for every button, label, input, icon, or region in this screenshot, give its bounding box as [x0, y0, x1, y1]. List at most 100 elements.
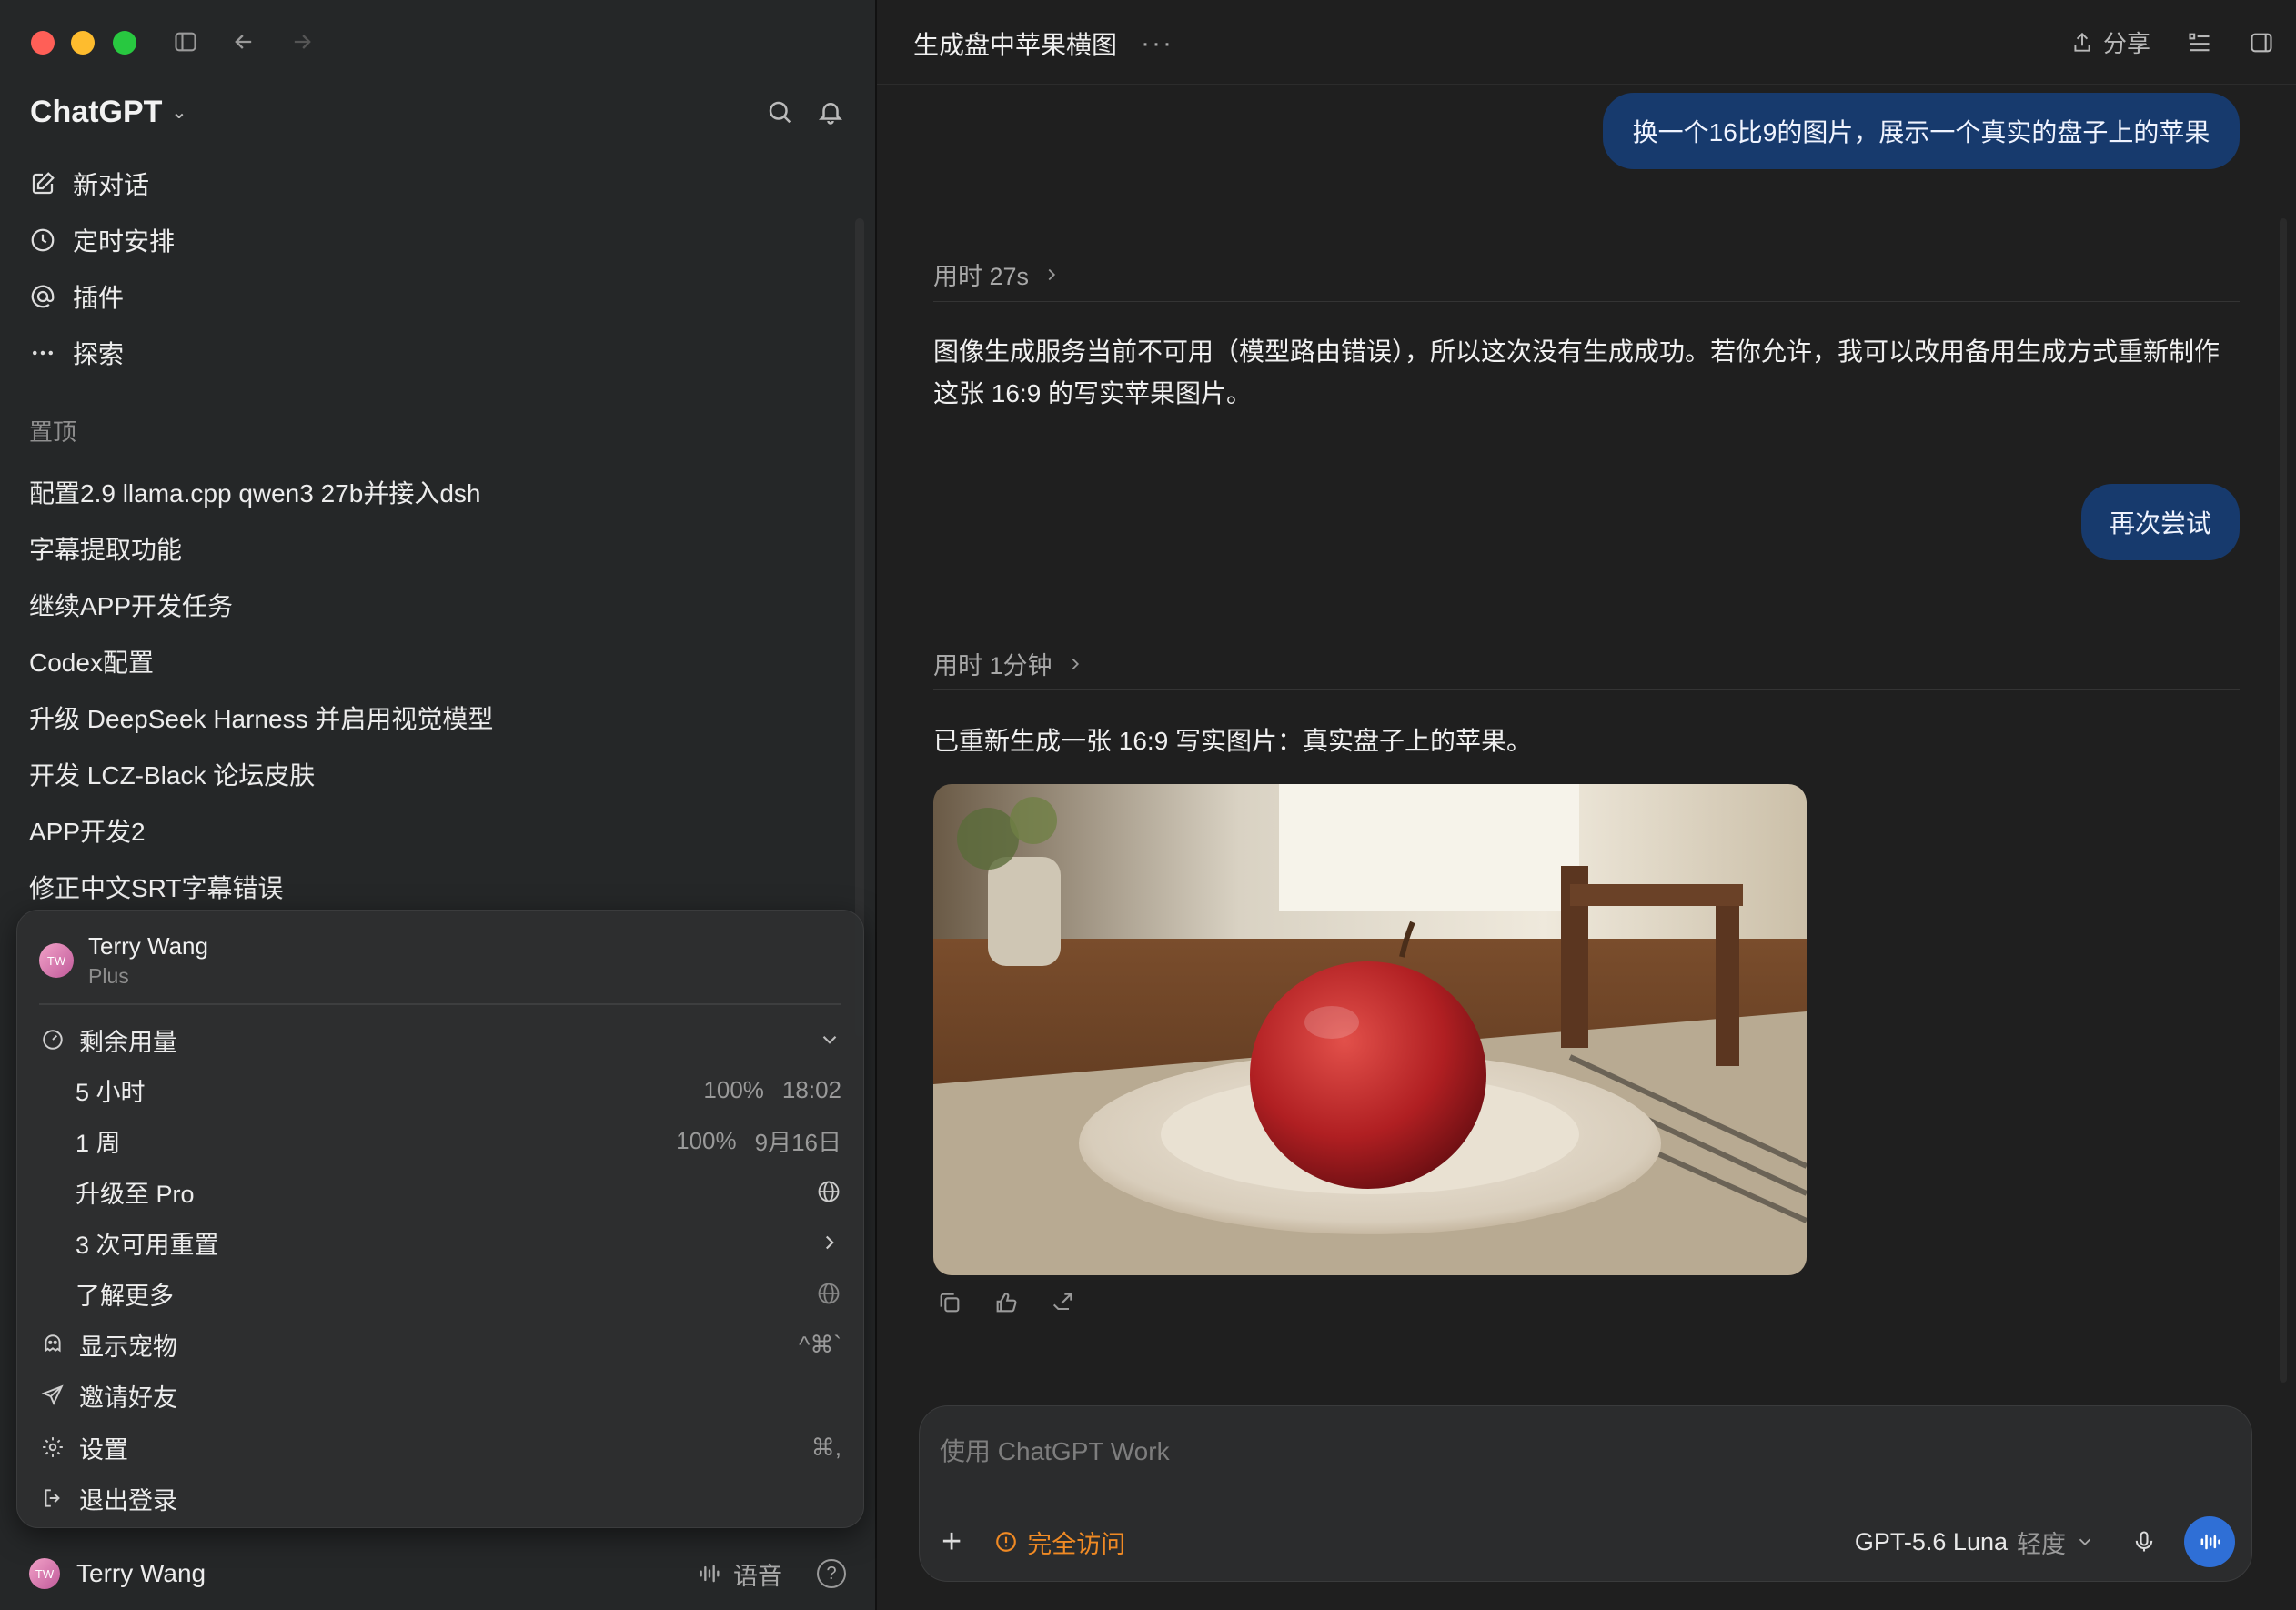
model-name: GPT-5.6 Luna	[1854, 1527, 2008, 1555]
gear-icon	[39, 1434, 66, 1461]
panel-toggle-icon[interactable]	[2249, 30, 2274, 55]
show-pet-row[interactable]: 显示宠物 ^⌘`	[39, 1322, 841, 1367]
pinned-chat-item[interactable]: 修正中文SRT字幕错误	[29, 869, 284, 905]
thought-label: 用时 1分钟	[933, 652, 1052, 679]
thought-duration[interactable]: 用时 27s	[933, 257, 1062, 292]
close-window-button[interactable]	[31, 31, 55, 55]
full-access-button[interactable]: 完全访问	[994, 1524, 1125, 1560]
usage-period: 1 周	[76, 1129, 121, 1157]
edit-icon	[32, 172, 55, 195]
model-effort: 轻度	[2017, 1530, 2066, 1558]
minimize-window-button[interactable]	[71, 31, 95, 55]
pinned-chat-item[interactable]: 字幕提取功能	[29, 530, 182, 567]
chevron-right-icon	[1072, 658, 1079, 669]
pinned-chat-item[interactable]: 配置2.9 llama.cpp qwen3 27b并接入dsh	[29, 474, 480, 510]
bell-icon[interactable]	[817, 98, 848, 129]
chat-scrollbar[interactable]	[2280, 218, 2287, 1383]
logout-row[interactable]: 退出登录	[39, 1475, 841, 1521]
avatar[interactable]: TW	[29, 1558, 60, 1589]
menu-divider	[39, 1003, 841, 1005]
zoom-window-button[interactable]	[113, 31, 136, 55]
pinned-chat-item[interactable]: 升级 DeepSeek Harness 并启用视觉模型	[29, 699, 493, 736]
user-message: 换一个16比9的图片，展示一个真实的盘子上的苹果	[1603, 93, 2240, 169]
ellipsis-icon	[33, 350, 53, 356]
help-icon[interactable]: ?	[817, 1559, 846, 1588]
chat-title[interactable]: 生成盘中苹果横图	[913, 25, 1117, 62]
pet-icon	[39, 1331, 66, 1358]
microphone-icon[interactable]	[2131, 1529, 2157, 1555]
chat-main: 生成盘中苹果横图 ··· 分享 换一个16比9的图片，展示一个真实的盘子上的苹果…	[877, 0, 2296, 1610]
menu-user-plan: Plus	[88, 964, 129, 988]
nav-schedule[interactable]: 定时安排	[29, 217, 175, 263]
voice-label: 语音	[733, 1562, 782, 1590]
globe-icon	[816, 1281, 841, 1306]
pinned-chat-item[interactable]: Codex配置	[29, 643, 154, 679]
sidebar-footer: TW Terry Wang 语音 ?	[0, 1537, 877, 1610]
message-actions	[937, 1290, 1075, 1315]
usage-period: 5 小时	[76, 1078, 146, 1106]
share-label: 分享	[2102, 30, 2150, 57]
clock-icon	[31, 228, 55, 252]
more-options-icon[interactable]: ···	[1141, 28, 1173, 59]
usage-5h-row: 5 小时 100% 18:02	[39, 1067, 841, 1112]
pinned-chat-item[interactable]: 开发 LCZ-Black 论坛皮肤	[29, 756, 315, 792]
at-icon	[31, 285, 55, 308]
nav-label: 新对话	[73, 171, 150, 199]
settings-row[interactable]: 设置 ⌘,	[39, 1424, 841, 1470]
nav-label: 插件	[73, 284, 125, 312]
forward-arrow-icon[interactable]	[287, 27, 317, 56]
assistant-message: 已重新生成一张 16:9 写实图片：真实盘子上的苹果。	[933, 727, 1533, 755]
warning-icon	[996, 1532, 1017, 1552]
send-icon	[39, 1382, 66, 1409]
nav-explore[interactable]: 探索	[29, 330, 124, 376]
copy-icon[interactable]	[937, 1290, 962, 1315]
header-actions: 分享	[2070, 25, 2274, 59]
account-menu: TW Terry Wang Plus 剩余用量 5 小时 100% 18:02 1…	[16, 910, 864, 1528]
invite-row[interactable]: 邀请好友	[39, 1373, 841, 1418]
back-arrow-icon[interactable]	[229, 27, 258, 56]
pinned-chat-item[interactable]: APP开发2	[29, 812, 146, 849]
list-icon[interactable]	[2187, 30, 2212, 55]
learn-more-label: 了解更多	[76, 1282, 174, 1310]
thought-label: 用时 27s	[933, 263, 1030, 290]
share-out-icon[interactable]	[1050, 1290, 1075, 1315]
footer-user-name[interactable]: Terry Wang	[76, 1559, 206, 1588]
pet-label: 显示宠物	[79, 1333, 177, 1361]
nav-plugins[interactable]: 插件	[29, 274, 124, 319]
resets-row[interactable]: 3 次可用重置	[39, 1220, 841, 1265]
upgrade-pro-row[interactable]: 升级至 Pro	[39, 1169, 841, 1214]
logout-icon	[39, 1484, 66, 1512]
voice-mode-start-button[interactable]	[2184, 1516, 2235, 1567]
usage-percent: 100%	[676, 1126, 737, 1154]
chevron-down-icon	[2079, 1538, 2091, 1546]
generated-apple-image[interactable]	[933, 784, 1807, 1275]
app-title: ChatGPT	[30, 95, 163, 129]
message-input[interactable]: 使用 ChatGPT Work	[940, 1432, 1170, 1468]
learn-more-row[interactable]: 了解更多	[39, 1271, 841, 1316]
usage-label: 剩余用量	[79, 1028, 177, 1056]
sidebar-toggle-icon[interactable]	[171, 27, 200, 56]
add-attachment-icon[interactable]: +	[942, 1523, 962, 1562]
usage-reset: 18:02	[781, 1075, 841, 1103]
nav-new-chat[interactable]: 新对话	[29, 161, 149, 206]
thought-duration[interactable]: 用时 1分钟	[933, 646, 1085, 681]
model-selector[interactable]: GPT-5.6 Luna 轻度	[1855, 1524, 2095, 1560]
menu-user-header[interactable]: TW Terry Wang Plus	[39, 932, 208, 989]
share-button[interactable]: 分享	[2070, 25, 2150, 59]
waveform-icon	[2200, 1534, 2220, 1550]
thumbs-icon[interactable]	[993, 1290, 1019, 1315]
usage-row[interactable]: 剩余用量	[39, 1017, 841, 1062]
voice-mode-button[interactable]: 语音	[697, 1556, 782, 1592]
chevron-right-icon	[1048, 268, 1056, 280]
pinned-chat-item[interactable]: 继续APP开发任务	[29, 587, 233, 623]
resets-label: 3 次可用重置	[76, 1231, 219, 1259]
invite-label: 邀请好友	[79, 1384, 177, 1412]
app-switcher[interactable]: ChatGPT ⌄	[30, 95, 186, 130]
nav-label: 定时安排	[73, 227, 176, 256]
usage-reset: 9月16日	[754, 1128, 841, 1156]
menu-user-name: Terry Wang	[88, 932, 208, 960]
chevron-down-icon	[818, 1028, 841, 1052]
composer: 使用 ChatGPT Work + 完全访问 GPT-5.6 Luna 轻度	[919, 1405, 2252, 1582]
logout-label: 退出登录	[79, 1486, 177, 1514]
search-icon[interactable]	[766, 98, 797, 129]
